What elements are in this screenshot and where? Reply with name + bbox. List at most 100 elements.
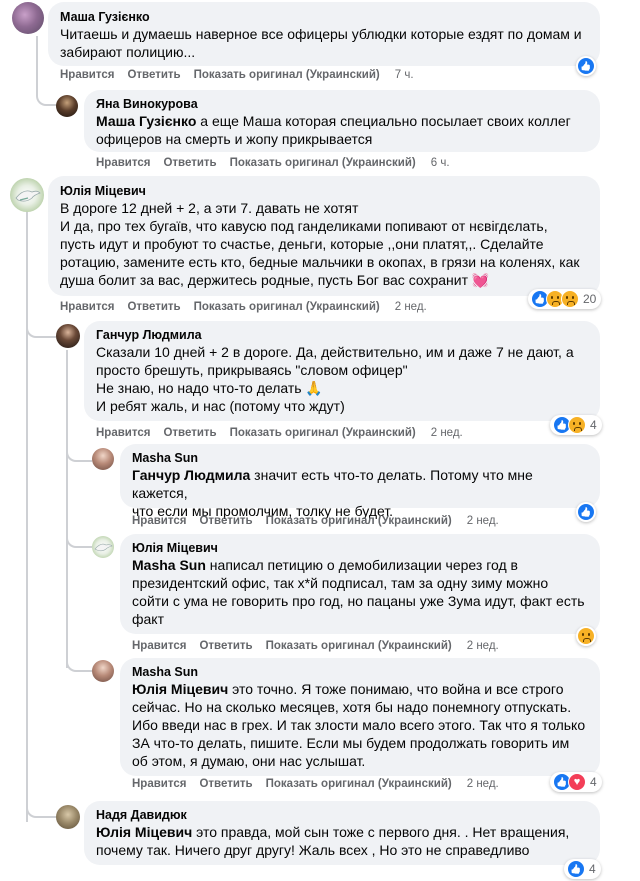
comment-text-line: сейчас. Но на сколько месяцев, хотя бы н… — [132, 699, 572, 715]
comment-text-line: забирают полицию... — [60, 44, 196, 60]
comment-timestamp[interactable]: 2 нед. — [467, 640, 499, 652]
comment-author[interactable]: Masha Sun — [132, 664, 588, 680]
comment-timestamp[interactable]: 2 нед. — [431, 427, 463, 439]
comment-actions: Нравится Ответить Показать оригинал (Украи… — [96, 427, 476, 439]
reaction-count: 4 — [589, 862, 596, 876]
reaction-summary[interactable] — [576, 626, 596, 646]
like-button[interactable]: Нравится — [96, 157, 150, 169]
comment-actions: Нравится Ответить Показать оригинал (Украи… — [60, 69, 427, 81]
reaction-summary[interactable]: 20 — [528, 289, 602, 309]
reply-button[interactable]: Ответить — [127, 69, 180, 81]
comment-author[interactable]: Юлія Міцевич — [132, 540, 588, 556]
comment-text-line: об этом, я думаю, они нас услышат. — [132, 753, 366, 769]
reaction-summary[interactable]: 4 — [564, 859, 601, 879]
show-original-button[interactable]: Показать оригинал (Украинский) — [194, 69, 380, 81]
reaction-summary[interactable] — [576, 56, 596, 76]
reaction-summary[interactable] — [576, 502, 596, 522]
comment-actions: Нравится Ответить Показать оригинал (Украи… — [96, 157, 463, 169]
avatar[interactable] — [56, 95, 78, 117]
thread-line — [36, 36, 38, 88]
comment-text-line: И ребят жаль, и нас (потому что ждут) — [96, 398, 345, 414]
comment-author[interactable]: Ганчур Людмила — [96, 327, 588, 343]
mention-link[interactable]: Ганчур Людмила — [132, 467, 250, 483]
show-original-button[interactable]: Показать оригинал (Украинский) — [230, 427, 416, 439]
reply-button[interactable]: Ответить — [127, 301, 180, 313]
show-original-button[interactable]: Показать оригинал (Украинский) — [266, 778, 452, 790]
mention-link[interactable]: Юлія Міцевич — [96, 824, 192, 840]
comment-text-line: просто брешуть, прикрываясь "словом офиц… — [96, 362, 408, 378]
mention-link[interactable]: Маша Гузієнко — [96, 113, 196, 129]
reaction-summary[interactable]: 4 — [550, 772, 602, 792]
comment-text-line: Сказали 10 дней + 2 в дороге. Да, действ… — [96, 344, 574, 360]
like-button[interactable]: Нравится — [132, 640, 186, 652]
like-button[interactable]: Нравится — [60, 69, 114, 81]
reaction-count: 4 — [590, 418, 597, 432]
comment-bubble: Яна Винокурова Маша Гузієнко а еще Маша … — [84, 90, 600, 152]
comment-author[interactable]: Юлія Міцевич — [60, 183, 588, 199]
avatar[interactable] — [92, 448, 114, 470]
comment-text-line: Маша Гузієнко а еще Маша которая специал… — [96, 112, 588, 130]
reply-button[interactable]: Ответить — [199, 515, 252, 527]
reply-button[interactable]: Ответить — [163, 427, 216, 439]
like-button[interactable]: Нравится — [132, 778, 186, 790]
comment-text-line: президентский офис, так х*й подписал, та… — [132, 575, 549, 591]
reply-button[interactable]: Ответить — [163, 157, 216, 169]
comment-text-line: Юлія Міцевич это правда, мой сын тоже с … — [96, 823, 588, 841]
comment-text: душа болит за вас, держитесь родные, пус… — [60, 272, 469, 288]
comment-author[interactable]: Яна Винокурова — [96, 96, 588, 112]
sad-reaction-icon — [577, 627, 595, 645]
comment-bubble: Надя Давидюк Юлія Міцевич это правда, мо… — [84, 801, 600, 865]
reply-button[interactable]: Ответить — [199, 640, 252, 652]
comment-timestamp[interactable]: 2 нед. — [467, 515, 499, 527]
comment-timestamp[interactable]: 7 ч. — [395, 69, 414, 81]
comment-text: а еще Маша которая специально посылает с… — [196, 113, 571, 129]
heart-emoji-icon: 💓 — [471, 272, 490, 288]
comment-text-line: факт — [132, 611, 164, 627]
avatar[interactable] — [92, 536, 114, 558]
bird-icon — [94, 543, 113, 552]
like-button[interactable]: Нравится — [96, 427, 150, 439]
show-original-button[interactable]: Показать оригинал (Украинский) — [266, 640, 452, 652]
show-original-button[interactable]: Показать оригинал (Украинский) — [266, 515, 452, 527]
comment-timestamp[interactable]: 2 нед. — [467, 778, 499, 790]
comment-text-line: Юлія Міцевич это точно. Я тоже понимаю, … — [132, 680, 588, 698]
reaction-summary[interactable]: 4 — [550, 415, 602, 435]
comment-text: это правда, мой сын тоже с первого дня. … — [192, 824, 570, 840]
comment-text-line: пусть идут и пробуют то счастье, деньги,… — [60, 236, 544, 252]
avatar[interactable] — [56, 324, 80, 348]
comment-author[interactable]: Masha Sun — [132, 450, 588, 466]
reaction-count: 4 — [590, 775, 597, 789]
avatar[interactable] — [12, 2, 44, 34]
show-original-button[interactable]: Показать оригинал (Украинский) — [230, 157, 416, 169]
comment-author[interactable]: Маша Гузієнко — [60, 9, 588, 25]
like-button[interactable]: Нравится — [132, 515, 186, 527]
comment-actions: Нравится Ответить Показать оригинал (Украи… — [132, 515, 512, 527]
avatar[interactable] — [56, 805, 80, 829]
comment-text-line: Ганчур Людмила значит есть что-то делать… — [132, 466, 588, 502]
reply-button[interactable]: Ответить — [199, 778, 252, 790]
like-button[interactable]: Нравится — [60, 301, 114, 313]
comment-text-line: душа болит за вас, держитесь родные, пус… — [60, 271, 588, 289]
thread-connector — [66, 654, 92, 672]
thread-connector — [36, 88, 56, 106]
comment-text-line: Masha Sun написал петицию о демобилизаци… — [132, 556, 588, 574]
comment-timestamp[interactable]: 6 ч. — [431, 157, 450, 169]
show-original-button[interactable]: Показать оригинал (Украинский) — [194, 301, 380, 313]
comment-text: написал петицию о демобилизации через го… — [205, 557, 518, 573]
love-reaction-icon — [568, 773, 586, 791]
comment-text-line: ЗА что-то делать, пишите. Если мы будем … — [132, 735, 570, 751]
bird-icon — [15, 190, 41, 202]
mention-link[interactable]: Masha Sun — [132, 557, 206, 573]
comment-author[interactable]: Надя Давидюк — [96, 807, 588, 823]
avatar[interactable] — [10, 178, 44, 212]
avatar[interactable] — [92, 660, 114, 682]
like-reaction-icon — [577, 57, 595, 75]
mention-link[interactable]: Юлія Міцевич — [132, 681, 228, 697]
comment-text-line: Ибо введи нас в грех. И так злости мало … — [132, 717, 586, 733]
comment-text-line: сойти с ума не говорить про год, но паца… — [132, 593, 585, 609]
like-reaction-icon — [567, 860, 585, 878]
comment-timestamp[interactable]: 2 нед. — [395, 301, 427, 313]
thread-connector — [26, 794, 56, 818]
comment-actions: Нравится Ответить Показать оригинал (Украи… — [132, 778, 512, 790]
like-reaction-icon — [577, 503, 595, 521]
